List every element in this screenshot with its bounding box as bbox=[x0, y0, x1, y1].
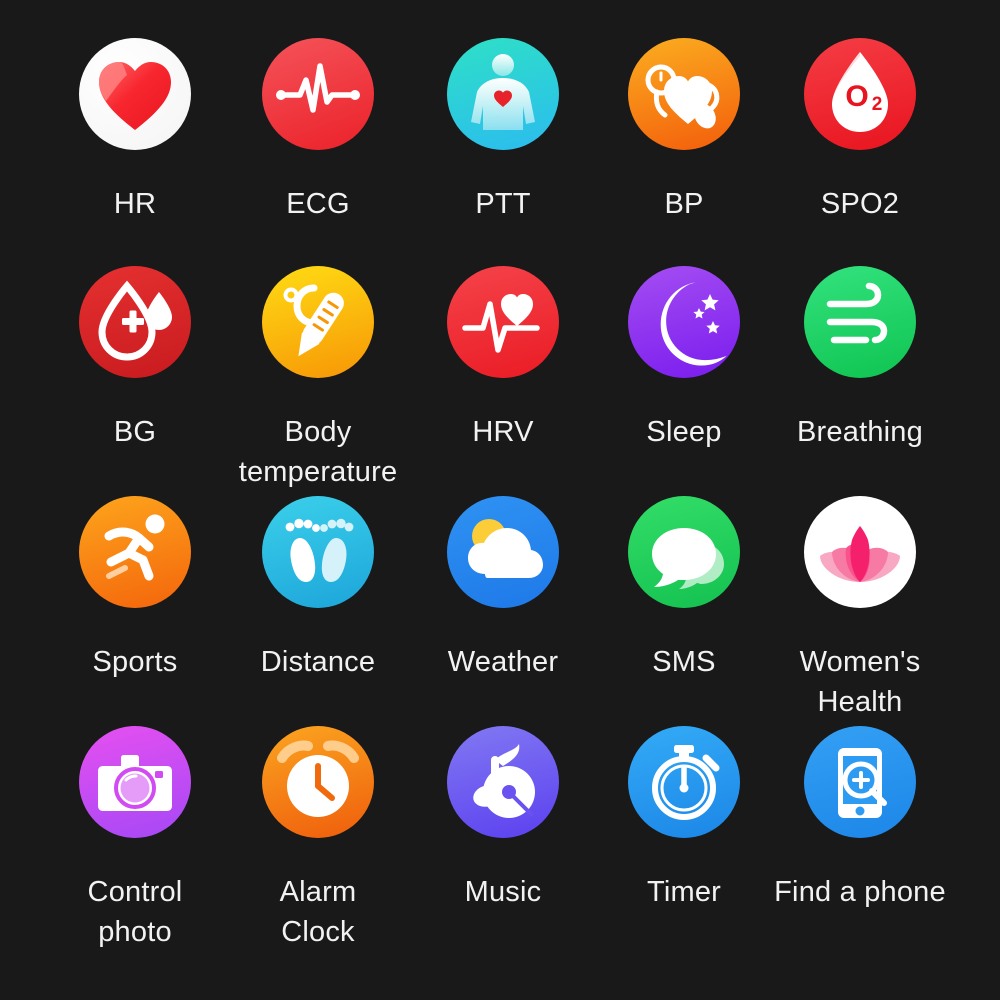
app-item-control-photo[interactable]: Control photo bbox=[35, 726, 235, 952]
app-label: BG bbox=[113, 416, 157, 448]
camera-icon[interactable] bbox=[79, 726, 191, 838]
lotus-flower-icon[interactable] bbox=[804, 496, 916, 608]
app-label: Control photo bbox=[87, 876, 183, 949]
app-item-hrv[interactable]: HRV bbox=[403, 266, 603, 452]
app-label: PTT bbox=[475, 188, 531, 220]
app-label: BP bbox=[664, 188, 704, 220]
app-label: Weather bbox=[447, 646, 559, 678]
body-torso-heart-icon[interactable] bbox=[447, 38, 559, 150]
app-item-distance[interactable]: Distance bbox=[218, 496, 418, 682]
app-item-timer[interactable]: Timer bbox=[584, 726, 784, 912]
find-phone-icon[interactable] bbox=[804, 726, 916, 838]
thermometer-icon[interactable] bbox=[262, 266, 374, 378]
app-item-hr[interactable]: HR bbox=[35, 38, 235, 224]
app-item-breathing[interactable]: Breathing bbox=[760, 266, 960, 452]
app-item-weather[interactable]: Weather bbox=[403, 496, 603, 682]
blood-glucose-droplet-icon[interactable] bbox=[79, 266, 191, 378]
music-note-disc-icon[interactable] bbox=[447, 726, 559, 838]
app-item-womens-health[interactable]: Women's Health bbox=[760, 496, 960, 722]
app-label: Timer bbox=[646, 876, 722, 908]
app-item-alarm-clock[interactable]: Alarm Clock bbox=[218, 726, 418, 952]
app-item-ecg[interactable]: ECG bbox=[218, 38, 418, 224]
stopwatch-icon[interactable] bbox=[628, 726, 740, 838]
app-item-bg[interactable]: BG bbox=[35, 266, 235, 452]
app-item-ptt[interactable]: PTT bbox=[403, 38, 603, 224]
app-label: Distance bbox=[260, 646, 376, 678]
alarm-clock-icon[interactable] bbox=[262, 726, 374, 838]
running-person-icon[interactable] bbox=[79, 496, 191, 608]
ecg-waveform-icon[interactable] bbox=[262, 38, 374, 150]
app-item-music[interactable]: Music bbox=[403, 726, 603, 912]
moon-stars-icon[interactable] bbox=[628, 266, 740, 378]
wind-breathing-icon[interactable] bbox=[804, 266, 916, 378]
app-label: Find a phone bbox=[774, 876, 946, 908]
app-item-sms[interactable]: SMS bbox=[584, 496, 784, 682]
app-label: HRV bbox=[472, 416, 534, 448]
app-item-sports[interactable]: Sports bbox=[35, 496, 235, 682]
app-label: Alarm Clock bbox=[279, 876, 357, 949]
icon-grid: HR ECG PTT BP O 2 SPO2 BG Body temperatu… bbox=[0, 0, 1000, 1000]
app-item-sleep[interactable]: Sleep bbox=[584, 266, 784, 452]
app-item-body-temperature[interactable]: Body temperature bbox=[218, 266, 418, 492]
footprints-icon[interactable] bbox=[262, 496, 374, 608]
app-label: ECG bbox=[286, 188, 350, 220]
app-label: Sleep bbox=[646, 416, 722, 448]
app-label: HR bbox=[113, 188, 157, 220]
sun-cloud-icon[interactable] bbox=[447, 496, 559, 608]
app-item-spo2[interactable]: O 2 SPO2 bbox=[760, 38, 960, 224]
oxygen-droplet-icon[interactable]: O 2 bbox=[804, 38, 916, 150]
app-label: SPO2 bbox=[820, 188, 900, 220]
app-label: Music bbox=[464, 876, 542, 908]
app-label: Breathing bbox=[797, 416, 923, 448]
blood-pressure-cuff-heart-icon[interactable] bbox=[628, 38, 740, 150]
app-label: Sports bbox=[92, 646, 178, 678]
svg-text:2: 2 bbox=[872, 94, 883, 115]
app-item-find-a-phone[interactable]: Find a phone bbox=[760, 726, 960, 912]
app-label: Women's Health bbox=[799, 646, 921, 719]
chat-bubbles-icon[interactable] bbox=[628, 496, 740, 608]
app-item-bp[interactable]: BP bbox=[584, 38, 784, 224]
app-label: SMS bbox=[652, 646, 716, 678]
app-label: Body temperature bbox=[238, 416, 398, 489]
svg-text:O: O bbox=[845, 80, 868, 113]
heart-icon[interactable] bbox=[79, 38, 191, 150]
hrv-pulse-heart-icon[interactable] bbox=[447, 266, 559, 378]
